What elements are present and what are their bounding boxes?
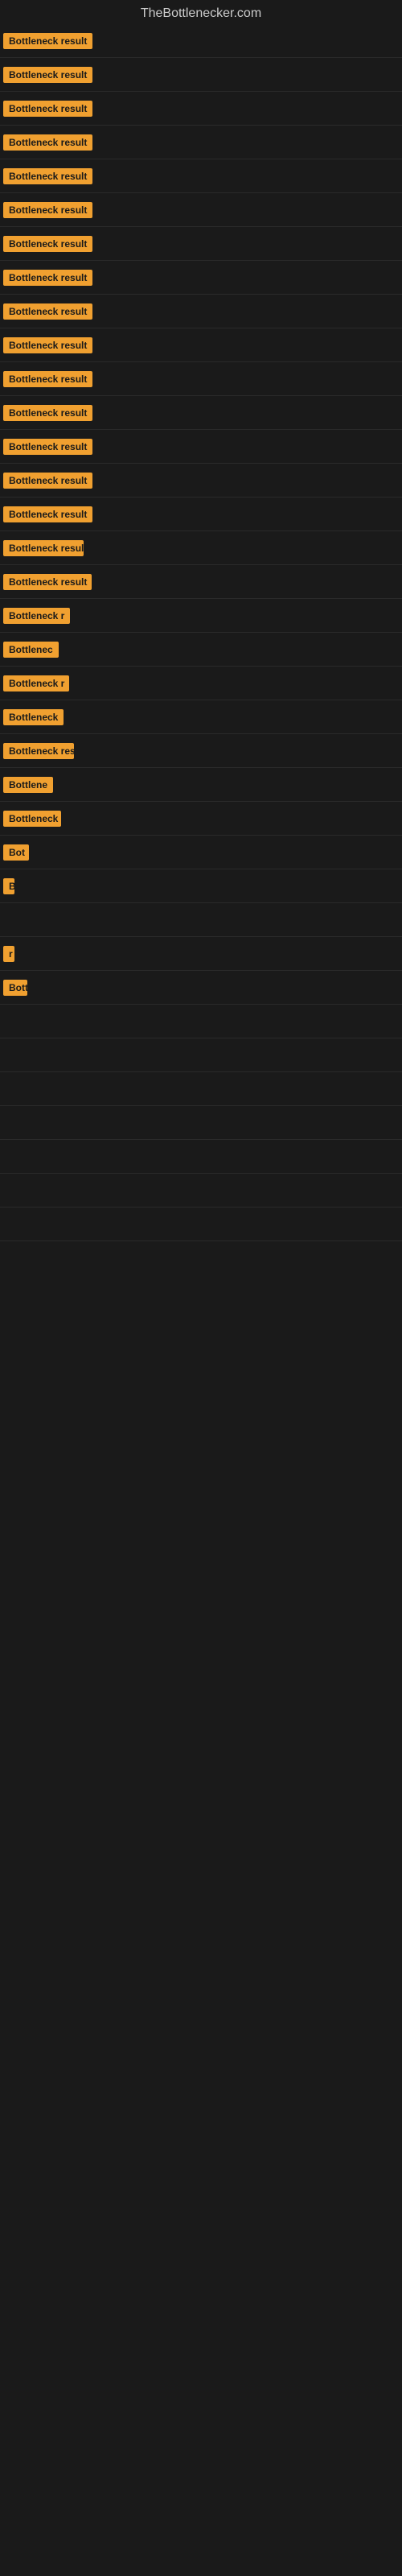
bottleneck-row: Bottleneck r [0, 599, 402, 633]
bottleneck-badge: Bottleneck result [3, 405, 92, 421]
bottleneck-row: Bottleneck result [0, 126, 402, 159]
bottleneck-row: Bottlenec [0, 633, 402, 667]
bottleneck-row: Bottleneck result [0, 193, 402, 227]
bottleneck-row: Bottleneck result [0, 92, 402, 126]
bottleneck-row [0, 1038, 402, 1072]
bottleneck-row: B [0, 869, 402, 903]
bottleneck-badge: Bottleneck result [3, 371, 92, 387]
bottleneck-row [0, 1140, 402, 1174]
bottleneck-row: Bottleneck result [0, 295, 402, 328]
bottleneck-badge: Bottleneck result [3, 473, 92, 489]
bottleneck-badge: Bottleneck res [3, 743, 74, 759]
bottleneck-row: Bottleneck result [0, 328, 402, 362]
bottleneck-row: Bottleneck result [0, 497, 402, 531]
bottleneck-badge: Bottleneck result [3, 303, 92, 320]
bottleneck-row: Bottleneck result [0, 396, 402, 430]
bottleneck-badge: Bottleneck [3, 709, 64, 725]
bottleneck-row: r [0, 937, 402, 971]
bottleneck-row [0, 1005, 402, 1038]
bottleneck-row [0, 1072, 402, 1106]
bottleneck-row: Bottleneck r [0, 667, 402, 700]
bottleneck-row: Bottlene [0, 768, 402, 802]
bottleneck-badge: Bottleneck r [3, 608, 70, 624]
bottleneck-badge: Bottleneck result [3, 101, 92, 117]
bottleneck-row: Bot [0, 836, 402, 869]
bottleneck-badge: Bottleneck result [3, 236, 92, 252]
bottleneck-badge: Bottleneck result [3, 202, 92, 218]
bottleneck-badge: Bott [3, 980, 27, 996]
bottleneck-row: Bottleneck result [0, 464, 402, 497]
bottleneck-badge: Bottleneck result [3, 134, 92, 151]
bottleneck-row: Bottleneck result [0, 565, 402, 599]
bottleneck-badge: Bottleneck r [3, 675, 69, 691]
bottleneck-badge: Bottleneck result [3, 574, 92, 590]
bottleneck-badge: Bottlenec [3, 642, 59, 658]
bottleneck-badge: Bottlene [3, 777, 53, 793]
bottleneck-badge: Bot [3, 844, 29, 861]
items-container: Bottleneck result Bottleneck result Bottle… [0, 24, 402, 1241]
bottleneck-badge: Bottleneck result [3, 439, 92, 455]
bottleneck-badge: Bottleneck result [3, 337, 92, 353]
bottleneck-row: Bottleneck result [0, 362, 402, 396]
bottleneck-row: Bottleneck result [0, 227, 402, 261]
bottleneck-badge: Bottleneck result [3, 67, 92, 83]
bottleneck-row [0, 903, 402, 937]
bottleneck-row: Bott [0, 971, 402, 1005]
bottleneck-row: Bottleneck result [0, 159, 402, 193]
bottleneck-badge: B [3, 878, 14, 894]
bottleneck-badge: Bottleneck result [3, 506, 92, 522]
bottleneck-row [0, 1106, 402, 1140]
bottleneck-badge: Bottleneck result [3, 168, 92, 184]
site-title: TheBottlenecker.com [0, 0, 402, 24]
bottleneck-row: Bottleneck result [0, 261, 402, 295]
site-title-container: TheBottlenecker.com [0, 0, 402, 24]
bottleneck-row: Bottleneck result [0, 24, 402, 58]
bottleneck-badge: Bottleneck result [3, 270, 92, 286]
bottleneck-row [0, 1208, 402, 1241]
bottleneck-row: Bottleneck res [0, 734, 402, 768]
bottleneck-badge: Bottleneck result [3, 540, 84, 556]
bottleneck-row: Bottleneck [0, 700, 402, 734]
bottleneck-row: Bottleneck result [0, 430, 402, 464]
bottleneck-row: Bottleneck [0, 802, 402, 836]
bottleneck-row [0, 1174, 402, 1208]
bottleneck-row: Bottleneck result [0, 58, 402, 92]
bottleneck-badge: Bottleneck [3, 811, 61, 827]
bottleneck-badge: r [3, 946, 14, 962]
bottleneck-row: Bottleneck result [0, 531, 402, 565]
bottleneck-badge: Bottleneck result [3, 33, 92, 49]
